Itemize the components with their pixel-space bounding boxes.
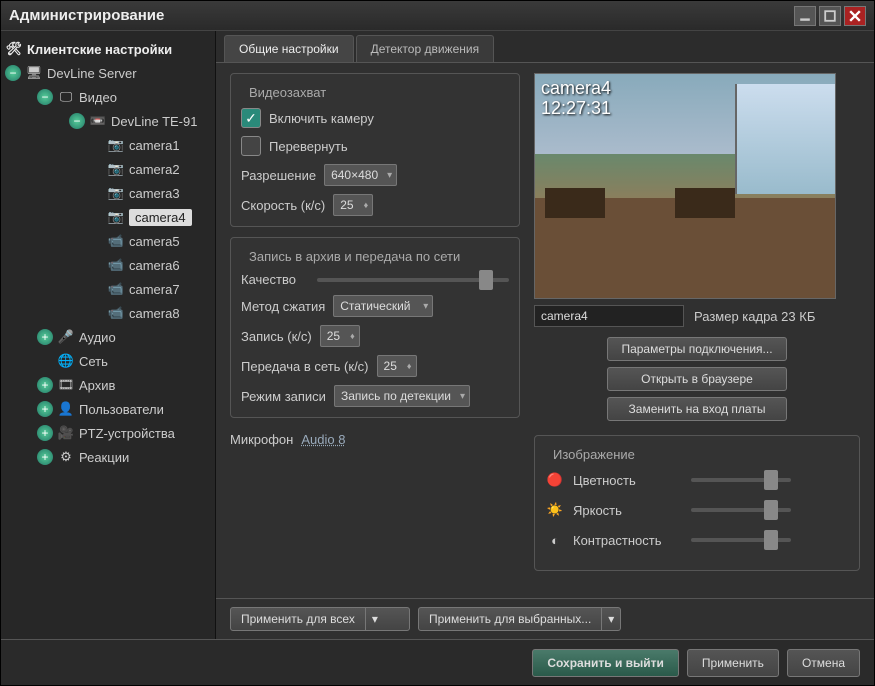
tree-server[interactable]: 🖥 DevLine Server [1, 61, 215, 85]
camera-preview: camera4 12:27:31 [534, 73, 836, 299]
quality-slider[interactable] [317, 278, 509, 282]
user-icon: 👤 [57, 401, 75, 417]
sidebar-tree: 🛠 Клиентские настройки 🖥 DevLine Server … [1, 31, 216, 639]
tree-camera-7[interactable]: 📹camera7 [1, 277, 215, 301]
camera-name-input[interactable] [534, 305, 684, 327]
tree-camera-5[interactable]: 📹camera5 [1, 229, 215, 253]
card-icon: 📼 [89, 113, 107, 129]
expand-icon[interactable] [37, 449, 53, 465]
ptz-icon: 🎥 [57, 425, 75, 441]
maximize-button[interactable] [819, 6, 841, 26]
tree-archive[interactable]: 🎞Архив [1, 373, 215, 397]
reactions-icon: ⚙ [57, 449, 75, 465]
expand-icon[interactable] [37, 329, 53, 345]
tree-reactions[interactable]: ⚙Реакции [1, 445, 215, 469]
record-group: Запись в архив и передача по сети Качест… [230, 237, 520, 418]
expand-icon[interactable] [37, 401, 53, 417]
overlay-time: 12:27:31 [541, 98, 611, 119]
contrast-icon: ◐ [545, 530, 565, 550]
image-group: Изображение 🔴 Цветность ☀️ Яркость [534, 435, 860, 571]
tree-camera-8[interactable]: 📹camera8 [1, 301, 215, 325]
flip-checkbox[interactable] [241, 136, 261, 156]
net-fps-spinner[interactable]: 25 [377, 355, 417, 377]
apply-selected-button[interactable]: Применить для выбранных...▾ [418, 607, 621, 631]
admin-window: Администрирование 🛠 Клиентские настройки… [0, 0, 875, 686]
chevron-down-icon[interactable]: ▾ [366, 608, 384, 630]
tree-network[interactable]: 🌐Сеть [1, 349, 215, 373]
compression-select[interactable]: Статический [333, 295, 433, 317]
tree-ptz[interactable]: 🎥PTZ-устройства [1, 421, 215, 445]
tree-users[interactable]: 👤Пользователи [1, 397, 215, 421]
camera-icon: 📷 [107, 161, 125, 177]
replace-input-button[interactable]: Заменить на вход платы [607, 397, 787, 421]
microphone-row: Микрофон Audio 8 [230, 428, 520, 451]
camera-icon: 📹 [107, 257, 125, 273]
tree-camera-2[interactable]: 📷camera2 [1, 157, 215, 181]
tree-device[interactable]: 📼 DevLine TE-91 [1, 109, 215, 133]
server-icon: 🖥 [25, 65, 43, 81]
collapse-icon[interactable] [69, 113, 85, 129]
tab-general[interactable]: Общие настройки [224, 35, 354, 62]
monitor-icon: 🖵 [57, 89, 75, 105]
microphone-link[interactable]: Audio 8 [301, 432, 345, 447]
save-exit-button[interactable]: Сохранить и выйти [532, 649, 679, 677]
apply-all-button[interactable]: Применить для всех▾ [230, 607, 410, 631]
open-browser-button[interactable]: Открыть в браузере [607, 367, 787, 391]
tree-camera-1[interactable]: 📷camera1 [1, 133, 215, 157]
expand-icon[interactable] [37, 377, 53, 393]
chevron-down-icon[interactable]: ▾ [602, 608, 620, 630]
record-fps-spinner[interactable]: 25 [320, 325, 360, 347]
tree-camera-3[interactable]: 📷camera3 [1, 181, 215, 205]
brightness-slider[interactable] [691, 508, 791, 512]
tab-bar: Общие настройки Детектор движения [216, 31, 874, 63]
globe-icon: 🌐 [57, 353, 75, 369]
color-slider[interactable] [691, 478, 791, 482]
brightness-icon: ☀️ [545, 500, 565, 520]
camera-icon: 📹 [107, 233, 125, 249]
tab-motion[interactable]: Детектор движения [356, 35, 494, 62]
collapse-icon[interactable] [5, 65, 21, 81]
camera-icon: 📷 [107, 137, 125, 153]
reel-icon: 🎞 [57, 377, 75, 393]
titlebar[interactable]: Администрирование [1, 1, 874, 31]
tree-camera-6[interactable]: 📹camera6 [1, 253, 215, 277]
minimize-button[interactable] [794, 6, 816, 26]
camera-icon: 📹 [107, 305, 125, 321]
collapse-icon[interactable] [37, 89, 53, 105]
window-title: Администрирование [9, 7, 794, 24]
dialog-footer: Сохранить и выйти Применить Отмена [1, 639, 874, 685]
enable-camera-checkbox[interactable] [241, 108, 261, 128]
tree-video[interactable]: 🖵 Видео [1, 85, 215, 109]
overlay-camera-name: camera4 [541, 78, 611, 99]
mic-icon: 🎤 [57, 329, 75, 345]
capture-group: Видеозахват Включить камеру Перевернуть … [230, 73, 520, 227]
tree-camera-4[interactable]: 📷camera4 [1, 205, 215, 229]
speed-spinner[interactable]: 25 [333, 194, 373, 216]
tree-client-settings[interactable]: 🛠 Клиентские настройки [1, 37, 215, 61]
connection-params-button[interactable]: Параметры подключения... [607, 337, 787, 361]
tools-icon: 🛠 [5, 41, 23, 57]
camera-icon: 📷 [107, 209, 125, 225]
color-icon: 🔴 [545, 470, 565, 490]
camera-icon: 📷 [107, 185, 125, 201]
camera-icon: 📹 [107, 281, 125, 297]
expand-icon[interactable] [37, 425, 53, 441]
tree-audio[interactable]: 🎤Аудио [1, 325, 215, 349]
close-button[interactable] [844, 6, 866, 26]
record-mode-select[interactable]: Запись по детекции [334, 385, 470, 407]
slider-thumb[interactable] [479, 270, 493, 290]
resolution-select[interactable]: 640×480 [324, 164, 397, 186]
contrast-slider[interactable] [691, 538, 791, 542]
apply-button[interactable]: Применить [687, 649, 779, 677]
cancel-button[interactable]: Отмена [787, 649, 860, 677]
